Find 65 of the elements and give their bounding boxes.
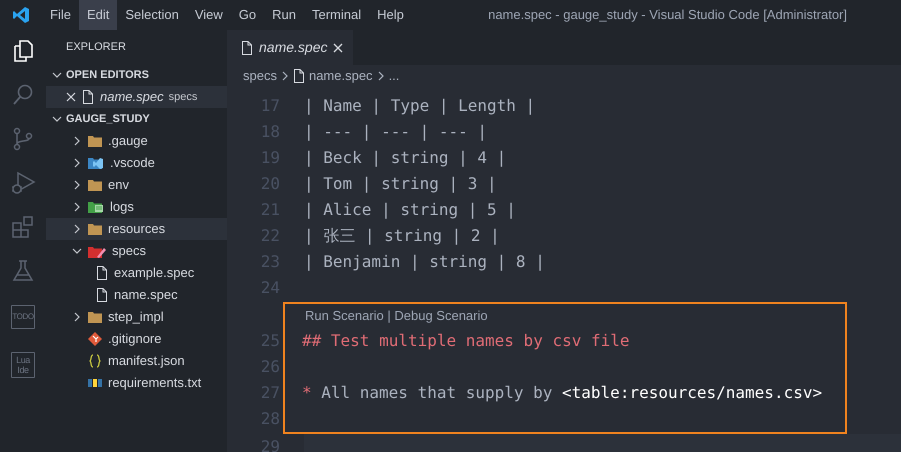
menu-item[interactable]: Edit — [78, 0, 118, 30]
code-line: ## Test multiple names by csv file — [302, 330, 630, 352]
folder-icon — [88, 311, 102, 323]
close-icon — [66, 92, 76, 102]
tree-item[interactable]: specs — [46, 240, 227, 262]
file-icon — [96, 288, 108, 302]
flask-icon[interactable] — [11, 259, 35, 283]
tree-item[interactable]: step_impl — [46, 306, 227, 328]
menu-item[interactable]: Terminal — [304, 0, 370, 30]
chevron-icon — [376, 71, 385, 81]
folder-icon — [88, 244, 106, 258]
tree-item[interactable]: .gitignore — [46, 328, 227, 350]
code-line: | Beck | string | 4 | — [304, 147, 506, 169]
code-line: | Alice | string | 5 | — [304, 199, 516, 221]
code-line: * All names that supply by <table:resources/names.csv> — [302, 382, 822, 404]
breadcrumb-item[interactable]: specs — [243, 66, 277, 86]
tree-item[interactable]: logs — [46, 196, 227, 218]
file-icon — [241, 40, 253, 54]
tree-item[interactable]: .gauge — [46, 130, 227, 152]
breadcrumb-item[interactable]: name.spec — [308, 66, 373, 86]
tree-item[interactable]: name.spec — [46, 284, 227, 306]
braces-icon — [88, 354, 102, 368]
file-icon — [292, 69, 305, 83]
menu-item[interactable]: Run — [264, 0, 304, 30]
search-icon[interactable] — [11, 83, 35, 107]
close-icon — [333, 42, 344, 52]
app-logo-icon — [12, 6, 30, 24]
python-icon — [88, 378, 102, 388]
code-line: | Benjamin | string | 8 | — [304, 251, 545, 273]
folder-icon — [88, 201, 104, 213]
file-icon — [82, 90, 94, 104]
menu-item[interactable]: View — [186, 0, 231, 30]
tree-item[interactable]: manifest.json — [46, 350, 227, 372]
tree-item[interactable]: requirements.txt — [46, 372, 227, 394]
tree-item[interactable]: .vscode — [46, 152, 227, 174]
window-title: name.spec - gauge_study - Visual Studio Code [Administrator] — [488, 6, 847, 24]
menu-item[interactable]: Go — [230, 0, 264, 30]
extensions-icon[interactable] — [11, 215, 35, 239]
explorer-icon[interactable] — [11, 39, 35, 63]
code-line: | 张三 | string | 2 | — [304, 225, 500, 247]
code-line: | Name | Type | Length | — [304, 95, 536, 117]
editor-tab[interactable]: name.spec — [227, 30, 354, 65]
open-editor-item[interactable]: name.spec specs — [46, 86, 227, 108]
code-line: | --- | --- | --- | — [304, 121, 488, 143]
section-header[interactable]: GAUGE_STUDY — [66, 110, 150, 128]
tree-item[interactable]: resources — [46, 218, 227, 240]
source-control-icon[interactable] — [11, 127, 35, 151]
menu-item[interactable]: Selection — [117, 0, 187, 30]
folder-icon — [88, 135, 102, 147]
sidebar-title: EXPLORER — [65, 40, 127, 55]
chevron-icon — [280, 71, 289, 81]
menu-item[interactable]: File — [42, 0, 79, 30]
git-icon — [88, 332, 102, 346]
run-debug-icon[interactable] — [10, 171, 36, 195]
tree-item[interactable]: env — [46, 174, 227, 196]
menu-item[interactable]: Help — [369, 0, 412, 30]
folder-icon — [88, 223, 102, 235]
code-line: | Tom | string | 3 | — [304, 173, 497, 195]
folder-icon — [88, 157, 104, 169]
file-icon — [96, 266, 108, 280]
folder-icon — [88, 179, 102, 191]
breadcrumb-item[interactable]: ... — [388, 66, 400, 86]
code-lens-actions[interactable]: Run Scenario | Debug Scenario — [305, 306, 488, 326]
tree-item[interactable]: example.spec — [46, 262, 227, 284]
section-header[interactable]: OPEN EDITORS — [66, 66, 149, 84]
